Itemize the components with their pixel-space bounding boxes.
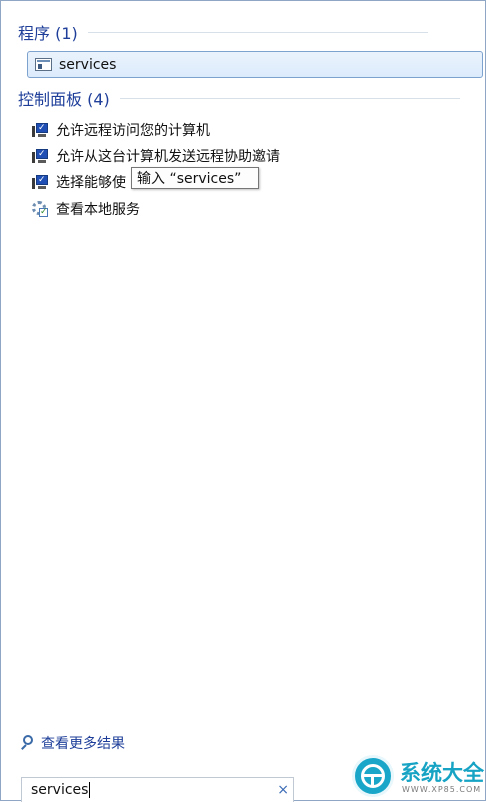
control-panel-item-select-users[interactable]: ✓ 选择能够使 [32, 171, 126, 193]
services-gear-icon: ✓ [32, 200, 49, 218]
control-panel-item-view-local-services[interactable]: ✓ 查看本地服务 [32, 198, 140, 220]
control-panel-item-label: 选择能够使 [56, 175, 126, 191]
control-panel-item-label: 查看本地服务 [56, 202, 140, 218]
control-panel-item-label: 允许远程访问您的计算机 [56, 123, 210, 139]
start-menu-search-results: 程序 (1) services 控制面板 (4) ✓ 允许远程访问您的计算机 ✓… [0, 0, 486, 802]
watermark-logo-icon [352, 755, 394, 797]
search-input[interactable]: services × [21, 777, 294, 802]
remote-monitor-icon: ✓ [32, 122, 49, 139]
control-panel-item-remote-assistance-invite[interactable]: ✓ 允许从这台计算机发送远程协助邀请 [32, 145, 280, 167]
services-icon [35, 58, 52, 71]
control-panel-section-header[interactable]: 控制面板 (4) [18, 87, 460, 109]
magnifier-icon [18, 734, 36, 752]
section-divider [87, 31, 428, 33]
control-panel-section-title: 控制面板 (4) [18, 90, 110, 109]
remote-monitor-icon: ✓ [32, 148, 49, 165]
clear-search-icon[interactable]: × [277, 782, 289, 798]
program-result-services[interactable]: services [27, 51, 483, 78]
programs-section-title: 程序 (1) [18, 24, 78, 43]
watermark-url: WWW.XP85.COM [402, 785, 482, 794]
control-panel-item-label: 允许从这台计算机发送远程协助邀请 [56, 149, 280, 165]
section-divider [119, 97, 460, 99]
control-panel-item-allow-remote-access[interactable]: ✓ 允许远程访问您的计算机 [32, 119, 210, 141]
site-watermark: 系统大全 WWW.XP85.COM [352, 752, 486, 801]
program-result-label: services [59, 56, 117, 73]
search-input-value: services [31, 782, 91, 798]
programs-section-header[interactable]: 程序 (1) [18, 21, 428, 43]
watermark-title: 系统大全 [400, 761, 484, 785]
see-more-results-label: 查看更多结果 [41, 736, 125, 752]
search-tooltip: 输入 “services” [131, 167, 259, 189]
see-more-results-link[interactable]: 查看更多结果 [18, 732, 125, 754]
remote-monitor-icon: ✓ [32, 174, 49, 191]
